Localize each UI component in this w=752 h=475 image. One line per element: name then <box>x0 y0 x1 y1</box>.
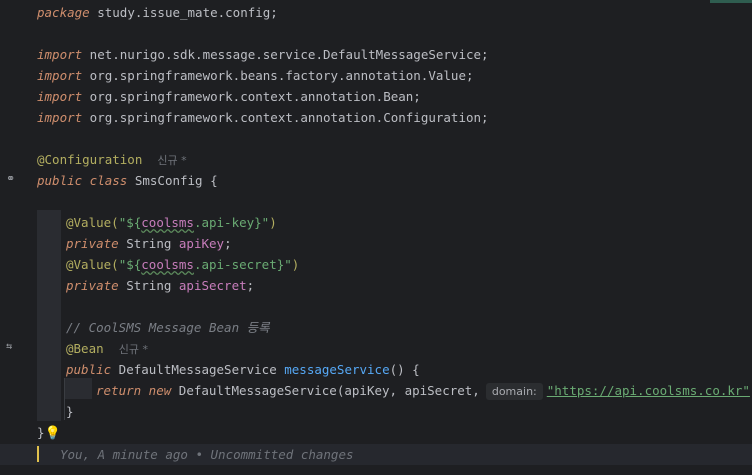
indent-guide <box>64 378 65 420</box>
code-line-configuration-annotation[interactable]: @Configuration 신규 * <box>37 149 187 170</box>
code-line-bean-annotation[interactable]: @Bean 신규 * <box>66 338 148 359</box>
code-line-value-apisecret[interactable]: @Value("${coolsms.api-secret}") <box>66 254 299 275</box>
code-line-class-close[interactable]: }💡 <box>37 422 61 443</box>
code-line-package[interactable]: package study.issue_mate.config; <box>37 2 278 23</box>
code-line-import-3[interactable]: import org.springframework.context.annot… <box>37 86 421 107</box>
code-line-field-apisecret[interactable]: private String apiSecret; <box>66 275 254 296</box>
code-line-class-declaration[interactable]: public class SmsConfig { <box>37 170 218 191</box>
editor-gutter <box>0 0 30 475</box>
scroll-indicator <box>710 0 752 3</box>
coolsms-url-link[interactable]: "https://api.coolsms.co.kr" <box>547 383 750 398</box>
method-gutter-icon[interactable]: ⇆ <box>6 341 12 352</box>
code-line-import-4[interactable]: import org.springframework.context.annot… <box>37 107 489 128</box>
new-file-hint: 신규 * <box>157 154 187 167</box>
scope-highlight-inner <box>64 378 92 399</box>
code-line-return[interactable]: return new DefaultMessageService(apiKey,… <box>96 380 752 401</box>
code-line-field-apikey[interactable]: private String apiKey; <box>66 233 232 254</box>
bean-gutter-icon[interactable]: ⚭ <box>6 172 15 185</box>
code-line-value-apikey[interactable]: @Value("${coolsms.api-key}") <box>66 212 277 233</box>
inline-blame: You, A minute ago • Uncommitted changes <box>60 447 354 462</box>
code-line-import-2[interactable]: import org.springframework.beans.factory… <box>37 65 474 86</box>
code-line-comment[interactable]: // CoolSMS Message Bean 등록 <box>66 317 270 338</box>
text-caret <box>37 446 39 462</box>
parameter-hint-domain: domain: <box>485 383 543 400</box>
lightbulb-icon[interactable]: 💡 <box>45 426 61 441</box>
code-line-import-1[interactable]: import net.nurigo.sdk.message.service.De… <box>37 44 489 65</box>
new-method-hint: 신규 * <box>118 343 148 356</box>
code-line-method-declaration[interactable]: public DefaultMessageService messageServ… <box>66 359 420 380</box>
scope-highlight <box>37 210 61 421</box>
code-line-method-close[interactable]: } <box>66 401 74 422</box>
